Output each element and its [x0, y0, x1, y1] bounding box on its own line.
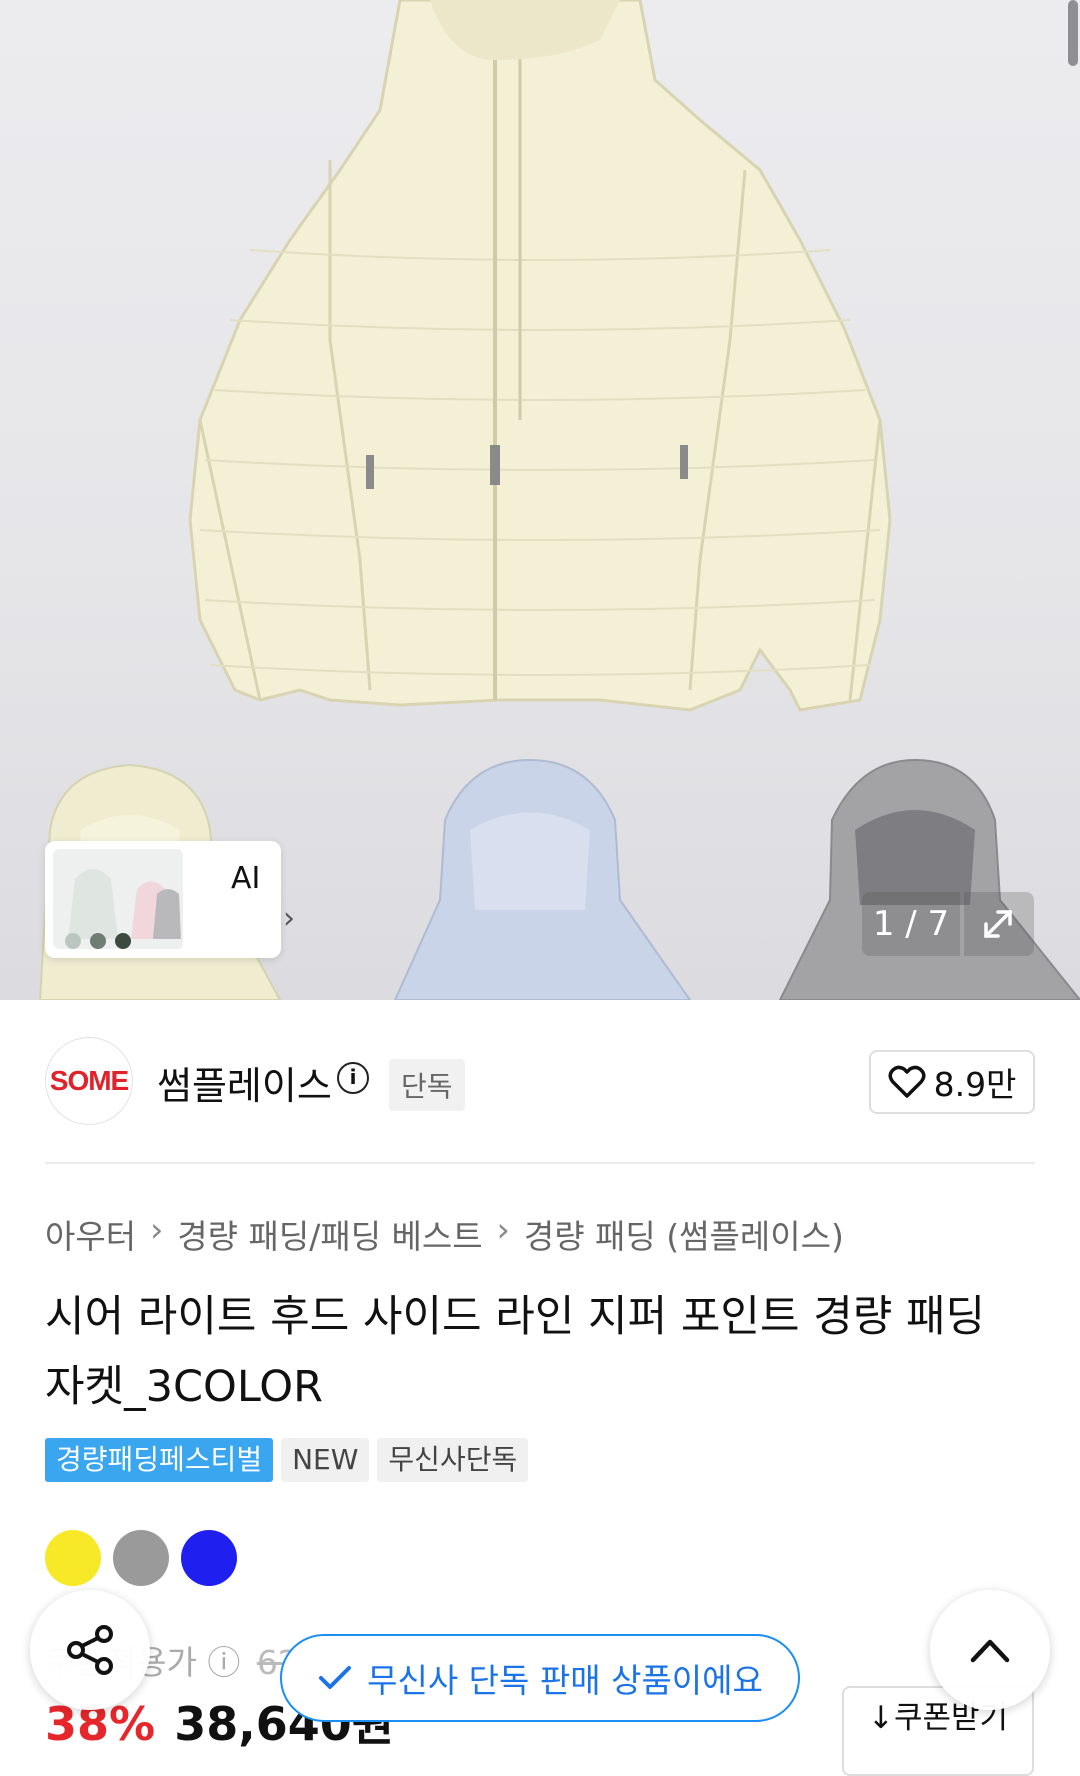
chevron-up-icon: [970, 1639, 1010, 1663]
color-swatch-blue[interactable]: [181, 1530, 237, 1586]
expand-icon: [984, 910, 1012, 938]
breadcrumb-item[interactable]: 경량 패딩/패딩 베스트: [177, 1210, 482, 1258]
check-icon: [319, 1666, 352, 1689]
share-button[interactable]: [30, 1590, 150, 1710]
tag-new: NEW: [281, 1438, 370, 1482]
like-count: 8.9만: [933, 1065, 1017, 1104]
heart-icon: [888, 1065, 926, 1098]
exclusive-toast: 무신사 단독 판매 상품이에요: [280, 1634, 800, 1722]
chevron-right-icon: ›: [150, 1210, 164, 1249]
expand-button[interactable]: [964, 892, 1034, 956]
product-image-gallery[interactable]: AI › 1 / 7: [0, 0, 1080, 1000]
seller-row: SOME 썸플레이스 i 단독 8.9만: [45, 1037, 1035, 1127]
brand-logo[interactable]: SOME: [45, 1037, 133, 1125]
exclusive-badge: 단독: [389, 1059, 465, 1111]
like-button[interactable]: 8.9만: [869, 1050, 1035, 1114]
ai-similar-products-button[interactable]: AI ›: [45, 841, 295, 958]
info-icon[interactable]: i: [337, 1062, 369, 1094]
scrollbar[interactable]: [1068, 0, 1078, 66]
color-swatches: [45, 1530, 237, 1586]
color-swatch-gray[interactable]: [113, 1530, 169, 1586]
image-counter: 1 / 7: [862, 892, 960, 956]
share-icon: [67, 1625, 113, 1675]
tag-exclusive: 무신사단독: [377, 1438, 529, 1482]
divider: [45, 1162, 1035, 1164]
color-swatch-yellow[interactable]: [45, 1530, 101, 1586]
breadcrumb-item[interactable]: 아우터: [45, 1210, 136, 1258]
toast-text: 무신사 단독 판매 상품이에요: [367, 1661, 763, 1700]
chevron-right-icon: ›: [496, 1210, 510, 1249]
breadcrumb-item[interactable]: 경량 패딩 (썸플레이스): [524, 1210, 844, 1258]
ai-thumbnail-image: [53, 849, 183, 949]
brand-name[interactable]: 썸플레이스: [157, 1055, 332, 1110]
product-title: 시어 라이트 후드 사이드 라인 지퍼 포인트 경량 패딩 자켓_3COLOR: [45, 1292, 986, 1412]
chevron-right-icon: ›: [283, 901, 295, 936]
price-info-icon[interactable]: ⓘ: [207, 1643, 240, 1682]
breadcrumb: 아우터 › 경량 패딩/패딩 베스트 › 경량 패딩 (썸플레이스): [45, 1210, 844, 1258]
product-tags: 경량패딩페스티벌 NEW 무신사단독: [45, 1438, 529, 1482]
ai-label: AI: [231, 861, 261, 896]
scroll-to-top-button[interactable]: [930, 1590, 1050, 1710]
tag-festival[interactable]: 경량패딩페스티벌: [45, 1438, 274, 1482]
